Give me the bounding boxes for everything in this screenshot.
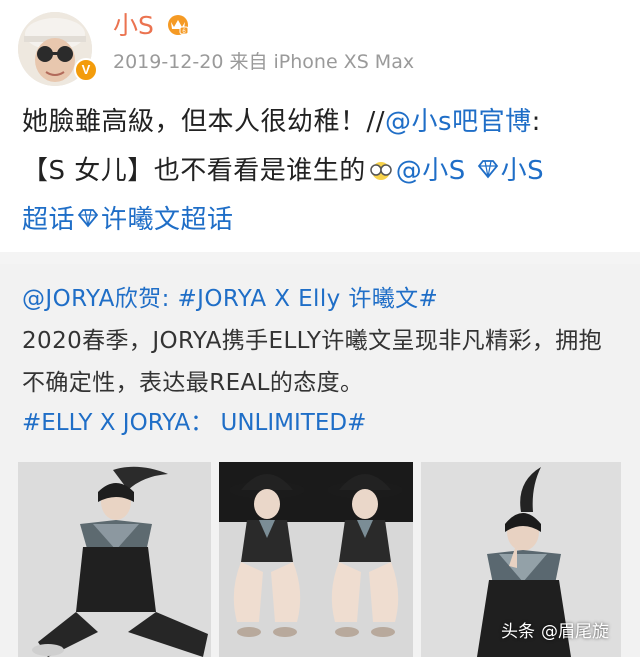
weibo-post-screen: V 小S 6 2019-12-20 来自 iPhone XS Max 她臉雖高級… [0,0,640,657]
photo-thumbnail[interactable] [219,462,413,657]
post-source: 来自 iPhone XS Max [229,51,415,73]
post-meta: 2019-12-20 来自 iPhone XS Max [113,50,414,74]
repost-body: @JORYA欣贺: #JORYA X Elly 许曦文# 2020春季，JORY… [22,278,622,404]
topic-link[interactable]: 小S [501,156,545,186]
photo-thumbnail[interactable] [18,462,211,657]
post-timestamp: 2019-12-20 [113,51,224,73]
watermark: 头条 @眉尾旋 [501,621,609,643]
topic-link[interactable]: 超话 [22,205,75,235]
post-body: 她臉雖高級，但本人很幼稚！//@小s吧官博: 【S 女儿】也不看看是谁生的 @小… [22,98,626,245]
topic-diamond-icon [77,209,99,228]
repost-hashtag[interactable]: #ELLY X JORYA： UNLIMITED# [22,406,366,440]
photo-1-image [18,462,211,657]
post-text-colon: : [531,107,541,137]
username[interactable]: 小S [113,10,154,42]
post-text-plain: 她臉雖高級，但本人很幼稚！// [22,107,386,137]
topic-diamond-icon [477,160,498,179]
photo-2-image [219,462,413,657]
post-line-1: 她臉雖高級，但本人很幼稚！//@小s吧官博: [22,98,626,147]
repost-mention-suffix: 欣贺: [114,286,178,312]
post-line-2: 【S 女儿】也不看看是谁生的 @小S 小S [22,147,626,196]
mention-link[interactable]: @小s吧官博 [385,107,532,137]
post-line-3: 超话 许曦文超话 [22,196,626,245]
repost-text: 2020春季，JORYA携手ELLY许曦文呈现非凡精彩，拥抱不确定性，表达最RE… [22,328,603,396]
topic-link[interactable]: 许曦文超话 [101,205,234,235]
watermark-brand: 头条 [501,622,535,642]
watermark-handle: @眉尾旋 [541,622,609,642]
repost-hashtag[interactable]: #JORYA X Elly 许曦文# [177,286,438,312]
crown-badge-icon: 6 [168,15,189,35]
post-card: V 小S 6 2019-12-20 来自 iPhone XS Max 她臉雖高級… [0,0,640,252]
glasses-emoji-icon [370,162,392,180]
post-text-plain: 【S 女儿】也不看看是谁生的 [22,156,366,186]
photo-thumbnail[interactable]: 头条 @眉尾旋 [421,462,621,657]
verified-v-badge: V [74,58,98,82]
repost-mention[interactable]: @JORYA [22,286,115,312]
mention-link[interactable]: @小S [396,156,466,186]
